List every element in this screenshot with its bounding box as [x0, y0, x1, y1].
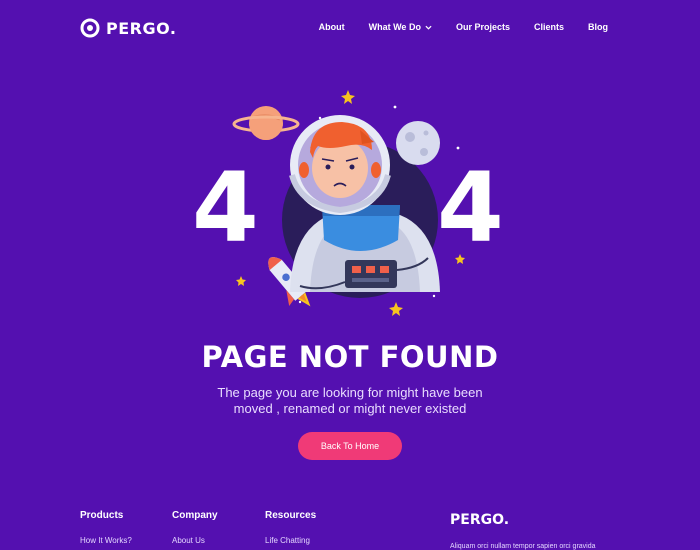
astronaut-illustration [232, 90, 465, 316]
footer-link[interactable]: How It Works? [80, 536, 132, 545]
moon-icon [396, 121, 440, 165]
error-message: The page you are looking for might have … [217, 385, 483, 416]
rocket-icon [268, 257, 314, 307]
footer-description: Aliquam orci nullam tempor sapien orci g… [450, 543, 596, 550]
nav-our-projects[interactable]: Our Projects [456, 22, 510, 32]
brand-name: PERGO. [106, 18, 177, 38]
error-digit-left: 4 [192, 152, 259, 264]
site-header: PERGO. About What We Do Our Projects Cli… [0, 0, 700, 60]
portal-circle [282, 142, 438, 298]
footer-heading: Products [80, 510, 124, 521]
footer-heading: Resources [265, 510, 317, 521]
footer-brand-name: PERGO. [450, 512, 510, 528]
error-digit-right: 4 [437, 152, 504, 264]
nav-about[interactable]: About [319, 22, 345, 32]
footer-link[interactable]: About Us [172, 536, 218, 545]
back-to-home-button[interactable]: Back To Home [298, 432, 402, 460]
nav-clients-label: Clients [533, 22, 564, 32]
footer-column-resources: Resources Life Chatting [265, 510, 316, 545]
nav-our-projects-label: Our Projects [455, 22, 510, 32]
main-nav: About What We Do Our Projects Clients Bl… [319, 22, 608, 32]
dot-stars [298, 105, 460, 304]
footer-link[interactable]: Life Chatting [265, 536, 316, 545]
footer-column-company: Company About Us [172, 510, 218, 545]
footer-column-products: Products How It Works? [80, 510, 132, 545]
star-icons [236, 90, 465, 316]
chevron-down-icon [425, 25, 432, 30]
astronaut-figure [289, 115, 440, 292]
nav-what-we-do-label: What We Do [368, 22, 421, 32]
footer-heading: Company [172, 510, 218, 521]
nav-clients[interactable]: Clients [534, 22, 564, 32]
logo-ring-icon [80, 18, 100, 38]
nav-blog-label: Blog [588, 22, 608, 32]
nav-what-we-do[interactable]: What We Do [369, 22, 432, 32]
nav-blog[interactable]: Blog [588, 22, 608, 32]
page-title: PAGE NOT FOUND [201, 340, 499, 374]
nav-about-label: About [318, 22, 345, 32]
brand-logo[interactable]: PERGO. [80, 18, 176, 38]
planet-icon [232, 106, 300, 140]
